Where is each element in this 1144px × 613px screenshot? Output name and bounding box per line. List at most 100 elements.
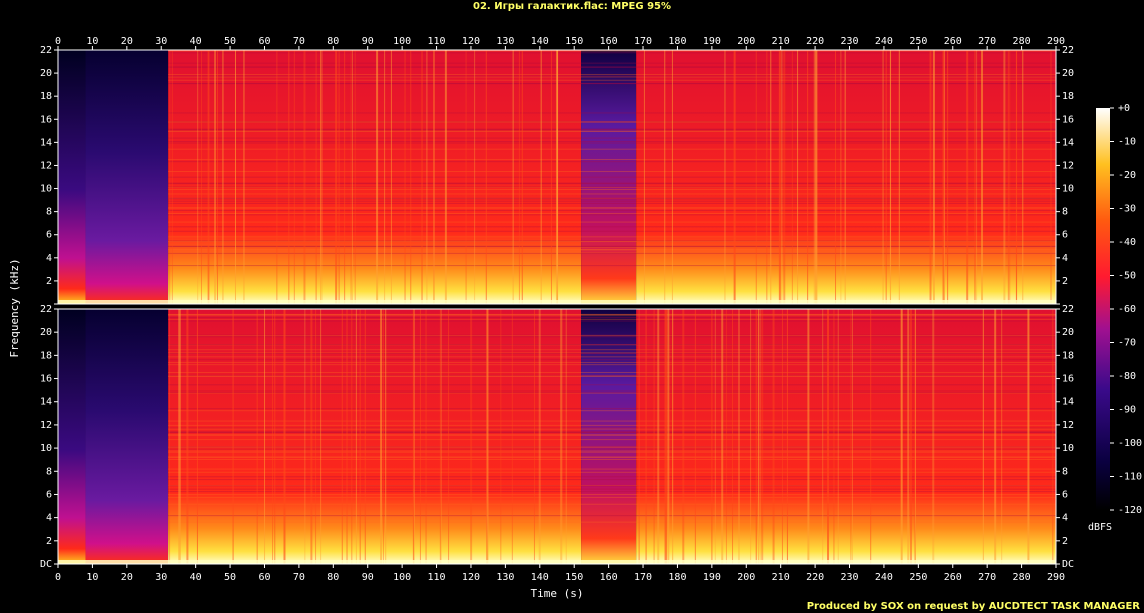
y-tick-left: 14 — [40, 397, 52, 408]
x-tick-bottom: 150 — [565, 572, 583, 583]
x-tick-top: 240 — [875, 36, 893, 47]
y-tick-left: 2 — [46, 536, 52, 547]
x-tick-top: 60 — [258, 36, 270, 47]
x-tick-bottom: 170 — [634, 572, 652, 583]
segment-0 — [58, 50, 86, 304]
x-tick-bottom: 120 — [462, 572, 480, 583]
x-tick-bottom: 280 — [1013, 572, 1031, 583]
x-tick-top: 160 — [600, 36, 618, 47]
x-tick-bottom: 20 — [121, 572, 133, 583]
x-tick-top: 10 — [86, 36, 98, 47]
x-tick-top: 250 — [909, 36, 927, 47]
x-tick-bottom: 240 — [875, 572, 893, 583]
y-tick-left: 14 — [40, 137, 52, 148]
x-tick-bottom: 80 — [327, 572, 339, 583]
y-tick-right: 14 — [1062, 397, 1074, 408]
x-tick-bottom: 40 — [190, 572, 202, 583]
y-tick-left: 22 — [40, 45, 52, 56]
x-tick-bottom: 0 — [55, 572, 61, 583]
x-tick-top: 150 — [565, 36, 583, 47]
y-tick-right: 8 — [1062, 207, 1068, 218]
x-tick-top: 200 — [737, 36, 755, 47]
y-tick-right: 16 — [1062, 374, 1074, 385]
y-tick-right: 6 — [1062, 489, 1068, 500]
segment-2 — [168, 309, 582, 564]
y-tick-right: 22 — [1062, 304, 1074, 315]
x-tick-top: 260 — [944, 36, 962, 47]
x-tick-top: 180 — [668, 36, 686, 47]
x-tick-top: 190 — [703, 36, 721, 47]
x-tick-bottom: 180 — [668, 572, 686, 583]
x-tick-top: 80 — [327, 36, 339, 47]
x-tick-top: 220 — [806, 36, 824, 47]
segment-1 — [85, 309, 169, 564]
y-tick-left: 20 — [40, 68, 52, 79]
x-tick-bottom: 50 — [224, 572, 236, 583]
y-tick-left: 4 — [46, 253, 52, 264]
y-tick-right: 10 — [1062, 184, 1074, 195]
y-tick-right: 16 — [1062, 114, 1074, 125]
channel-2-spectrogram — [58, 309, 1056, 564]
segment-0 — [58, 309, 86, 564]
y-tick-right: 22 — [1062, 45, 1074, 56]
y-tick-right: 12 — [1062, 420, 1074, 431]
y-tick-right: 10 — [1062, 443, 1074, 454]
colorbar-label: dBFS — [1088, 522, 1112, 533]
x-tick-top: 280 — [1013, 36, 1031, 47]
y-tick-left: 8 — [46, 207, 52, 218]
colorbar-tick: +0 — [1118, 103, 1130, 114]
segment-3 — [581, 309, 637, 564]
y-tick-left: 10 — [40, 443, 52, 454]
x-tick-bottom: 270 — [978, 572, 996, 583]
y-tick-right: DC — [1062, 559, 1074, 570]
x-tick-bottom: 250 — [909, 572, 927, 583]
colorbar-tick: -70 — [1118, 338, 1136, 349]
y-tick-right: 20 — [1062, 68, 1074, 79]
colorbar-tick: -20 — [1118, 170, 1136, 181]
y-tick-right: 2 — [1062, 536, 1068, 547]
y-tick-right: 8 — [1062, 466, 1068, 477]
y-tick-left: 4 — [46, 513, 52, 524]
x-tick-bottom: 60 — [258, 572, 270, 583]
x-tick-bottom: 200 — [737, 572, 755, 583]
y-axis-label: Frequency (kHz) — [8, 258, 21, 357]
y-tick-right: 2 — [1062, 276, 1068, 287]
y-tick-left: 6 — [46, 489, 52, 500]
x-tick-top: 20 — [121, 36, 133, 47]
spectrogram-chart: 0 0 10 10 20 20 30 30 40 40 50 50 60 60 70 70 80 80 90 90 10… — [8, 36, 1142, 600]
x-tick-bottom: 230 — [840, 572, 858, 583]
y-tick-right: 12 — [1062, 160, 1074, 171]
y-tick-left: 22 — [40, 304, 52, 315]
x-tick-top: 50 — [224, 36, 236, 47]
x-tick-bottom: 210 — [772, 572, 790, 583]
x-tick-top: 90 — [362, 36, 374, 47]
y-tick-left: 18 — [40, 350, 52, 361]
x-tick-bottom: 10 — [86, 572, 98, 583]
x-tick-bottom: 140 — [531, 572, 549, 583]
colorbar-tick: -100 — [1118, 438, 1142, 449]
x-tick-top: 100 — [393, 36, 411, 47]
y-tick-left: 16 — [40, 114, 52, 125]
x-axis-label: Time (s) — [531, 587, 584, 600]
x-tick-top: 170 — [634, 36, 652, 47]
y-tick-right: 6 — [1062, 230, 1068, 241]
x-tick-bottom: 290 — [1047, 572, 1065, 583]
x-tick-bottom: 30 — [155, 572, 167, 583]
colorbar — [1096, 108, 1110, 510]
y-tick-left: 16 — [40, 374, 52, 385]
x-tick-top: 130 — [496, 36, 514, 47]
footer-credit: Produced by SOX on request by AUCDTECT T… — [806, 601, 1140, 612]
y-tick-right: 4 — [1062, 253, 1068, 264]
colorbar-tick: -60 — [1118, 304, 1136, 315]
y-tick-left: 2 — [46, 276, 52, 287]
x-tick-top: 0 — [55, 36, 61, 47]
x-tick-bottom: 190 — [703, 572, 721, 583]
y-tick-left: 20 — [40, 327, 52, 338]
y-tick-left: 6 — [46, 230, 52, 241]
y-tick-left: 12 — [40, 420, 52, 431]
x-tick-bottom: 130 — [496, 572, 514, 583]
y-tick-right: 20 — [1062, 327, 1074, 338]
x-tick-top: 270 — [978, 36, 996, 47]
y-tick-right: 18 — [1062, 91, 1074, 102]
colorbar-tick: -30 — [1118, 204, 1136, 215]
